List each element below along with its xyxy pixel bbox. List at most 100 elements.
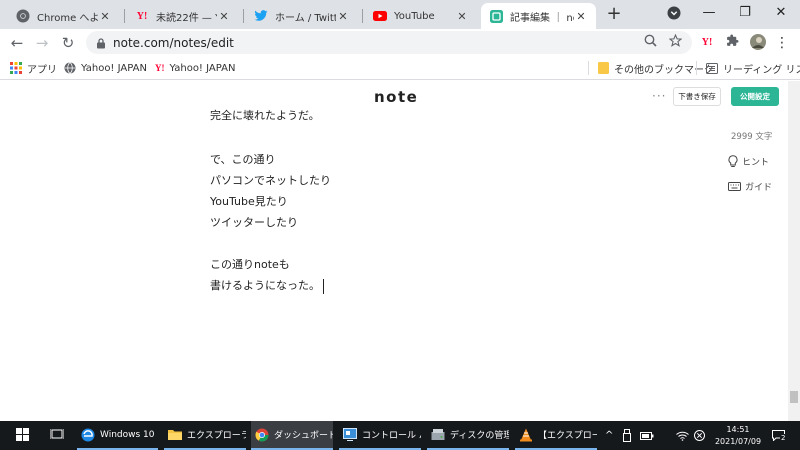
clock-time: 14:51 [726, 425, 750, 434]
start-button[interactable] [4, 421, 36, 450]
folder-icon [168, 428, 182, 442]
character-count: 2999 文字 [731, 132, 773, 142]
task-view-icon [49, 428, 65, 443]
tab-youtube[interactable]: YouTube ✕ [365, 3, 477, 29]
tab-separator [243, 9, 244, 23]
editor-line[interactable]: パソコンでネットしたり [210, 172, 331, 188]
edge-icon [81, 428, 95, 442]
bookmark-label: アプリ [27, 64, 57, 76]
taskbar-label: ダッシュボード... [274, 431, 333, 441]
bookmark-yahoo-japan-1[interactable]: Yahoo! JAPAN [64, 60, 147, 76]
taskbar-app-explorer[interactable]: エクスプローラー [164, 421, 246, 450]
scrollbar-thumb[interactable] [790, 391, 798, 403]
note-logo[interactable]: note [374, 88, 418, 106]
close-tab-icon[interactable]: ✕ [574, 10, 588, 23]
arrow-right-icon: → [35, 34, 49, 52]
editor-line[interactable]: YouTube見たり [210, 193, 288, 209]
tab-title: 未読22件 — Yahoo [156, 12, 217, 24]
extensions-puzzle-icon[interactable] [723, 34, 741, 52]
taskbar-app-disk-management[interactable]: ディスクの管理 [427, 421, 509, 450]
tab-twitter[interactable]: ホーム / Twitter ✕ [246, 3, 358, 29]
reading-list-label: リーディング リスト [723, 64, 800, 76]
tab-search-icon[interactable] [657, 0, 691, 26]
yahoo-extension-icon[interactable]: Y! [698, 34, 716, 52]
close-tab-icon[interactable]: ✕ [98, 10, 112, 23]
task-view-button[interactable] [40, 421, 70, 450]
control-panel-icon [343, 427, 357, 442]
zoom-icon[interactable] [641, 34, 659, 52]
tab-separator [362, 9, 363, 23]
tab-title: 記事編集 ｜ note [510, 12, 574, 24]
tab-strip: Chrome へようこそ ✕ Y! 未読22件 — Yahoo ✕ ホーム / … [0, 0, 800, 29]
notification-center-button[interactable]: 2 [772, 421, 787, 450]
tab-title: Chrome へようこそ [37, 12, 98, 24]
tab-title: ホーム / Twitter [275, 12, 336, 24]
publish-settings-button[interactable]: 公開設定 [731, 87, 779, 106]
profile-avatar-icon[interactable] [749, 34, 767, 52]
new-tab-button[interactable]: + [604, 4, 624, 24]
editor-line[interactable]: ツイッターしたり [210, 214, 298, 230]
close-window-button[interactable]: ✕ [764, 0, 798, 26]
chrome-icon [255, 428, 269, 442]
note-icon [489, 9, 503, 23]
lock-icon [96, 37, 106, 48]
editor-line-current[interactable]: 書けるようになった。 [210, 277, 324, 294]
globe-icon [64, 62, 76, 74]
bookmark-apps[interactable]: アプリ [10, 60, 57, 76]
tab-note-edit[interactable]: 記事編集 ｜ note ✕ [481, 3, 596, 29]
taskbar-app-vlc[interactable]: 【エクスプローラー [515, 421, 597, 450]
hint-link[interactable]: ヒント [728, 155, 769, 168]
usb-icon[interactable] [623, 421, 631, 450]
lightbulb-icon [728, 155, 738, 168]
forward-button[interactable]: → [31, 32, 53, 54]
other-bookmarks-label: その他のブックマーク [614, 64, 714, 76]
hint-label: ヒント [742, 158, 770, 168]
editor-line[interactable]: この通りnoteも [210, 256, 290, 272]
taskbar-label: コントロール パ... [362, 431, 421, 441]
url-text: note.com/notes/edit [113, 35, 234, 50]
guide-link[interactable]: ガイド [728, 180, 772, 193]
close-tab-icon[interactable]: ✕ [336, 10, 350, 23]
restore-button[interactable]: ❐ [728, 0, 762, 26]
close-tab-icon[interactable]: ✕ [217, 10, 231, 23]
reload-button[interactable]: ↻ [57, 32, 79, 54]
bookmarks-bar: アプリ Yahoo! JAPAN Y! Yahoo! JAPAN その他のブック… [0, 56, 800, 80]
save-draft-button[interactable]: 下書き保存 [673, 87, 721, 106]
wifi-icon[interactable] [676, 421, 689, 450]
clock-date: 2021/07/09 [714, 437, 762, 446]
bookmark-yahoo-japan-2[interactable]: Y! Yahoo! JAPAN [155, 60, 235, 76]
chrome-icon [16, 9, 30, 23]
browser-toolbar: ← → ↻ note.com/notes/edit Y! ⋮ [0, 29, 800, 56]
apps-grid-icon [10, 62, 22, 74]
more-options-button[interactable]: ··· [652, 89, 666, 103]
page-scrollbar[interactable] [788, 81, 800, 421]
tab-separator [124, 9, 125, 23]
taskbar-label: エクスプローラー [187, 431, 246, 441]
taskbar-app-control-panel[interactable]: コントロール パ... [339, 421, 421, 450]
tab-yahoo-mail[interactable]: Y! 未読22件 — Yahoo ✕ [127, 3, 239, 29]
address-bar[interactable]: note.com/notes/edit [86, 31, 692, 54]
back-button[interactable]: ← [6, 32, 28, 54]
minimize-button[interactable]: — [692, 0, 726, 26]
battery-icon[interactable] [640, 421, 654, 450]
show-hidden-icons[interactable]: ^ [605, 421, 613, 450]
tab-chrome-welcome[interactable]: Chrome へようこそ ✕ [8, 3, 120, 29]
editor-line[interactable]: で、この通り [210, 151, 276, 167]
reading-list[interactable]: リーディング リスト [706, 60, 800, 76]
taskbar-label: ディスクの管理 [450, 431, 509, 441]
taskbar-app-chrome[interactable]: ダッシュボード... [251, 421, 333, 450]
close-tab-icon[interactable]: ✕ [455, 10, 469, 23]
notification-count: 2 [780, 433, 787, 442]
menu-kebab-icon[interactable]: ⋮ [773, 34, 791, 52]
guide-label: ガイド [745, 183, 773, 193]
network-error-icon[interactable] [694, 421, 705, 450]
arrow-left-icon: ← [10, 34, 24, 52]
taskbar-app-edge[interactable]: Windows 10 ... [77, 421, 158, 450]
reading-list-icon [706, 62, 718, 74]
vlc-icon [519, 428, 533, 442]
editor-line[interactable]: 完全に壊れたようだ。 [210, 107, 320, 123]
bookmark-star-icon[interactable] [666, 33, 684, 52]
taskbar-clock[interactable]: 14:51 2021/07/09 [712, 424, 764, 448]
bookmark-divider [588, 61, 589, 75]
disk-icon [431, 428, 445, 442]
